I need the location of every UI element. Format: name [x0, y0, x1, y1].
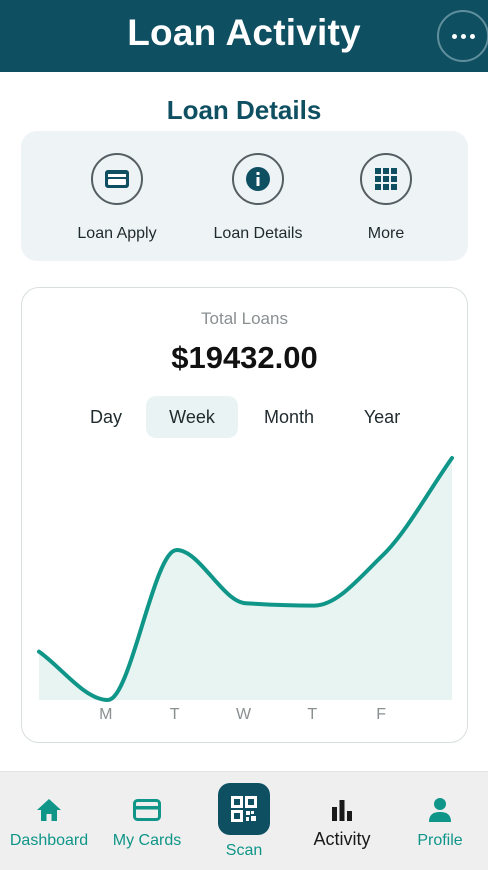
loan-details-action[interactable]: Loan Details — [193, 153, 323, 243]
loan-apply-action[interactable]: Loan Apply — [52, 153, 182, 243]
bar-chart-icon — [332, 800, 352, 821]
more-horizontal-icon — [451, 33, 457, 39]
nav-my-cards-label: My Cards — [112, 832, 182, 849]
loan-activity-screen: Loan Activity Loan Details Loan Apply Lo… — [0, 0, 488, 870]
nav-scan-label: Scan — [225, 842, 263, 859]
grid-icon — [360, 153, 412, 205]
credit-card-icon — [133, 799, 161, 821]
qr-code-icon — [218, 783, 270, 835]
more-horizontal-icon — [469, 33, 475, 39]
more-label: More — [367, 225, 405, 242]
nav-profile-label: Profile — [417, 832, 463, 849]
x-axis-tick-label: F — [376, 706, 386, 723]
total-loans-card: Total Loans $19432.00 Day Week Month Yea… — [21, 287, 468, 743]
x-axis-tick-label: T — [170, 706, 180, 723]
more-action[interactable]: More — [321, 153, 451, 243]
quick-actions-panel: Loan Apply Loan Details More — [21, 131, 468, 261]
home-icon — [37, 799, 61, 821]
bottom-navigation: Dashboard My Cards Scan Activity Profile — [0, 771, 488, 870]
loan-details-label: Loan Details — [213, 225, 303, 242]
x-axis-tick-label: T — [307, 706, 317, 723]
more-horizontal-icon — [460, 33, 466, 39]
nav-activity[interactable]: Activity — [297, 772, 387, 870]
nav-scan[interactable]: Scan — [199, 772, 289, 870]
nav-my-cards[interactable]: My Cards — [102, 772, 192, 870]
chart-area-fill — [39, 458, 452, 700]
loan-activity-chart: MTWTF — [37, 456, 454, 723]
nav-dashboard-label: Dashboard — [9, 832, 89, 849]
nav-profile[interactable]: Profile — [395, 772, 485, 870]
info-icon — [232, 153, 284, 205]
app-header: Loan Activity — [0, 0, 488, 72]
more-options-button[interactable] — [437, 10, 488, 62]
x-axis-tick-label: M — [99, 706, 112, 723]
loan-apply-label: Loan Apply — [77, 225, 157, 242]
x-axis-tick-labels: MTWTF — [99, 706, 386, 723]
page-title: Loan Activity — [127, 12, 361, 53]
person-icon — [429, 798, 451, 822]
credit-card-icon — [91, 153, 143, 205]
section-title: Loan Details — [166, 95, 322, 125]
x-axis-tick-label: W — [236, 706, 252, 723]
nav-activity-label: Activity — [313, 829, 371, 849]
nav-dashboard[interactable]: Dashboard — [4, 772, 94, 870]
